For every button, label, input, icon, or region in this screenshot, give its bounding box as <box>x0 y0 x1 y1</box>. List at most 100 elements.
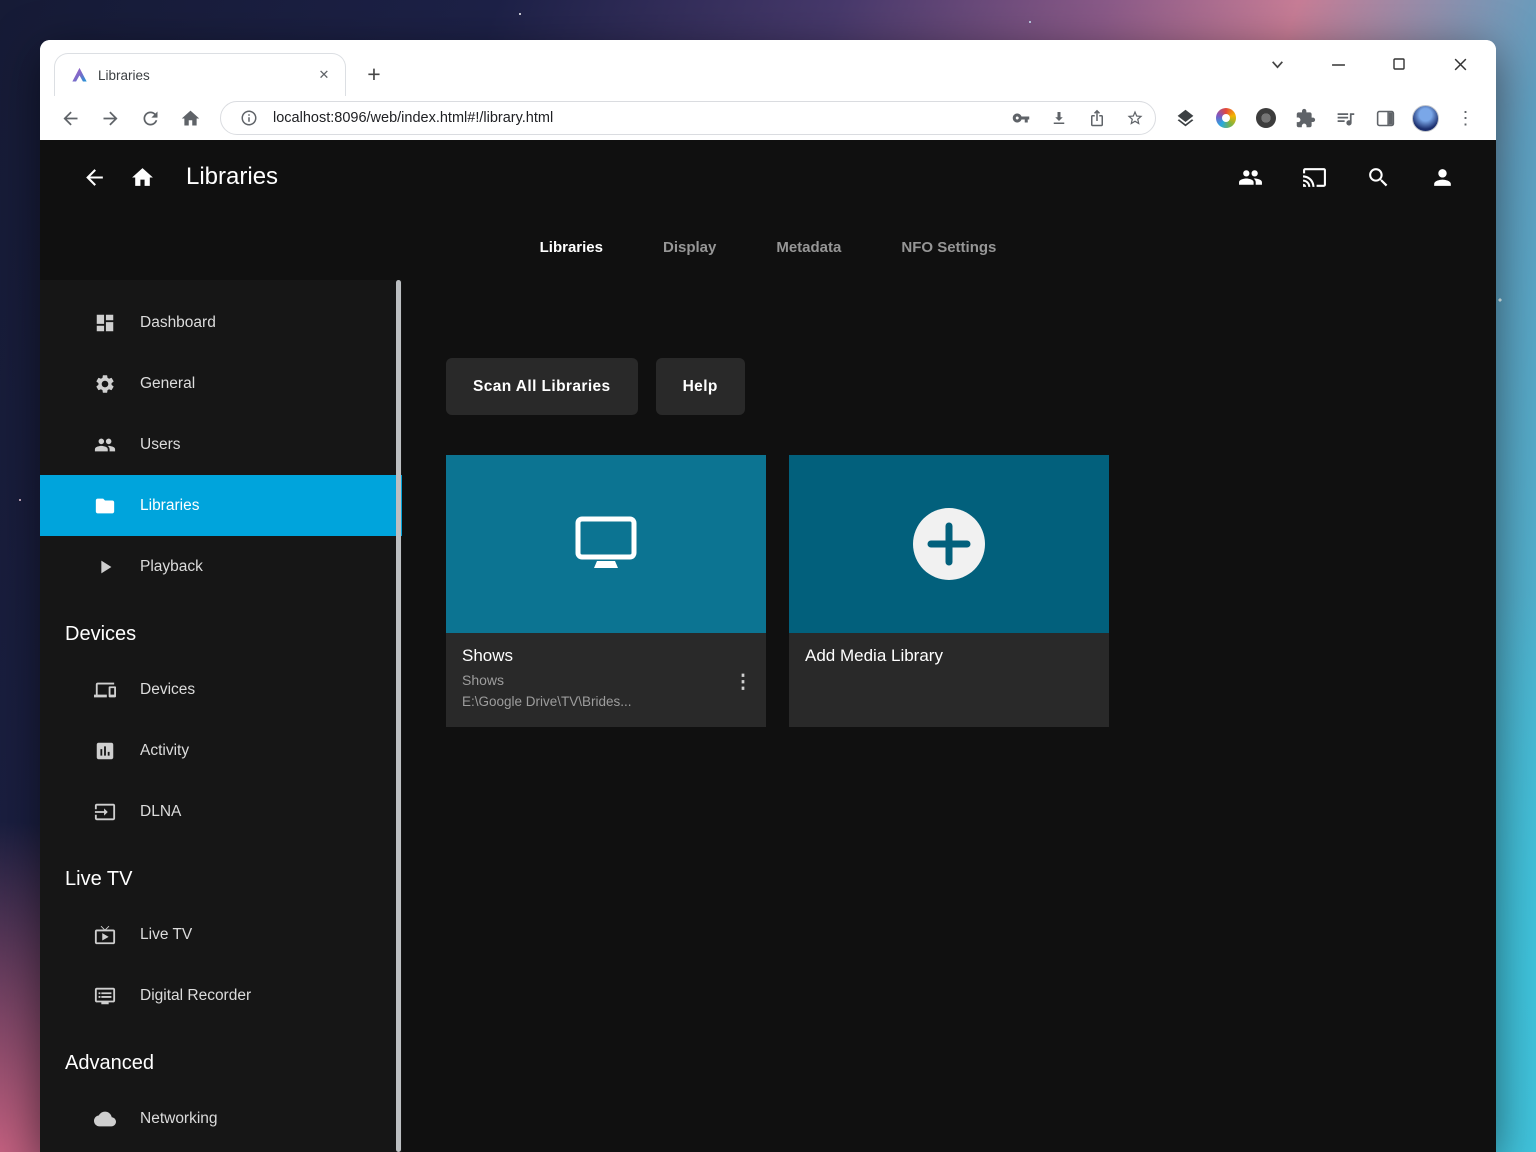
plus-circle-icon <box>911 506 987 582</box>
profile-avatar[interactable] <box>1407 100 1444 136</box>
devices-icon <box>94 679 116 701</box>
extensions-puzzle-icon[interactable] <box>1287 100 1324 136</box>
sidebar-item-live-tv[interactable]: Live TV <box>40 904 402 965</box>
forward-icon[interactable] <box>92 100 129 136</box>
bookmark-star-icon[interactable] <box>1121 104 1149 132</box>
library-card-shows[interactable]: Shows Shows E:\Google Drive\TV\Brides...… <box>446 455 766 727</box>
layers-extension-icon[interactable] <box>1167 100 1204 136</box>
sidebar-item-label: Users <box>140 436 180 454</box>
sidebar-item-label: Libraries <box>140 497 199 515</box>
sidebar-section-devices: Devices <box>40 597 402 659</box>
tab-display[interactable]: Display <box>641 229 738 266</box>
sidebar-item-label: Digital Recorder <box>140 987 251 1005</box>
settings-tabs: Libraries Display Metadata NFO Settings <box>40 214 1496 280</box>
jellyfin-favicon-icon <box>71 67 88 84</box>
maximize-button[interactable] <box>1387 52 1411 76</box>
actions-row: Scan All Libraries Help <box>446 358 1466 415</box>
color-wheel-extension-icon[interactable] <box>1207 100 1244 136</box>
admin-sidebar: Dashboard General Users Libraries <box>40 280 402 1152</box>
tab-metadata[interactable]: Metadata <box>754 229 863 266</box>
sidebar-item-label: Dashboard <box>140 314 216 332</box>
sidebar-item-label: Networking <box>140 1110 218 1128</box>
minimize-button[interactable] <box>1326 52 1350 76</box>
add-media-library-card[interactable]: Add Media Library <box>789 455 1109 727</box>
add-card-image[interactable] <box>789 455 1109 633</box>
sidebar-scrollbar[interactable] <box>396 280 401 1152</box>
dvr-icon <box>94 985 116 1007</box>
cloud-icon <box>94 1108 116 1130</box>
tv-icon <box>564 502 648 586</box>
sidebar-item-dlna[interactable]: DLNA <box>40 781 402 842</box>
page-info-icon[interactable] <box>235 104 263 132</box>
media-extension-icon[interactable] <box>1247 100 1284 136</box>
sidebar-item-devices[interactable]: Devices <box>40 659 402 720</box>
new-tab-button[interactable]: + <box>358 58 390 90</box>
tab-nfo-settings[interactable]: NFO Settings <box>879 229 1018 266</box>
user-groups-icon[interactable] <box>1226 153 1274 201</box>
tab-search-chevron-icon[interactable] <box>1265 52 1289 76</box>
search-icon[interactable] <box>1354 153 1402 201</box>
app-home-icon[interactable] <box>118 153 166 201</box>
app-body: Dashboard General Users Libraries <box>40 280 1496 1152</box>
browser-tabstrip: Libraries ✕ + <box>40 40 1496 96</box>
sidebar-item-label: Playback <box>140 558 203 576</box>
address-bar[interactable]: localhost:8096/web/index.html#!/library.… <box>220 101 1156 135</box>
side-panel-icon[interactable] <box>1367 100 1404 136</box>
sidebar-item-label: Devices <box>140 681 195 699</box>
library-cards: Shows Shows E:\Google Drive\TV\Brides...… <box>446 455 1466 727</box>
sidebar-item-label: Activity <box>140 742 189 760</box>
activity-chart-icon <box>94 740 116 762</box>
sidebar-section-live-tv: Live TV <box>40 842 402 904</box>
app-header: Libraries <box>40 140 1496 214</box>
card-path: E:\Google Drive\TV\Brides... <box>462 694 750 709</box>
url-text[interactable]: localhost:8096/web/index.html#!/library.… <box>273 110 997 126</box>
share-icon[interactable] <box>1083 104 1111 132</box>
back-icon[interactable] <box>52 100 89 136</box>
shows-card-image[interactable] <box>446 455 766 633</box>
app-back-icon[interactable] <box>70 153 118 201</box>
shows-card-footer: Shows Shows E:\Google Drive\TV\Brides...… <box>446 633 766 727</box>
reload-icon[interactable] <box>132 100 169 136</box>
sidebar-item-users[interactable]: Users <box>40 414 402 475</box>
libraries-content: Scan All Libraries Help <box>402 280 1496 1152</box>
gear-icon <box>94 373 116 395</box>
browser-tab-libraries[interactable]: Libraries ✕ <box>54 53 346 96</box>
sidebar-item-activity[interactable]: Activity <box>40 720 402 781</box>
tab-close-icon[interactable]: ✕ <box>313 64 335 86</box>
page-title: Libraries <box>186 163 278 191</box>
card-menu-icon[interactable]: ⋮ <box>728 667 758 697</box>
sidebar-item-dashboard[interactable]: Dashboard <box>40 292 402 353</box>
home-icon[interactable] <box>172 100 209 136</box>
add-card-footer: Add Media Library <box>789 633 1109 727</box>
sidebar-item-digital-recorder[interactable]: Digital Recorder <box>40 965 402 1026</box>
window-controls <box>1265 52 1472 76</box>
user-profile-icon[interactable] <box>1418 153 1466 201</box>
card-title: Shows <box>462 646 750 666</box>
browser-toolbar: localhost:8096/web/index.html#!/library.… <box>40 96 1496 140</box>
sidebar-item-libraries[interactable]: Libraries <box>40 475 402 536</box>
queue-list-icon[interactable] <box>1327 100 1364 136</box>
tab-title: Libraries <box>98 68 303 83</box>
card-subtitle: Shows <box>462 672 750 688</box>
browser-menu-icon[interactable]: ⋮ <box>1447 100 1484 136</box>
close-window-button[interactable] <box>1448 52 1472 76</box>
header-actions <box>1226 153 1466 201</box>
jellyfin-app: Libraries Libraries <box>40 140 1496 1152</box>
help-button[interactable]: Help <box>656 358 745 415</box>
tab-libraries[interactable]: Libraries <box>518 229 625 266</box>
users-icon <box>94 434 116 456</box>
scan-all-libraries-button[interactable]: Scan All Libraries <box>446 358 638 415</box>
cast-icon[interactable] <box>1290 153 1338 201</box>
sidebar-item-playback[interactable]: Playback <box>40 536 402 597</box>
install-download-icon[interactable] <box>1045 104 1073 132</box>
sidebar-item-networking[interactable]: Networking <box>40 1088 402 1149</box>
browser-window: Libraries ✕ + <box>40 40 1496 1152</box>
card-title: Add Media Library <box>805 646 1093 666</box>
play-icon <box>94 556 116 578</box>
password-key-icon[interactable] <box>1007 104 1035 132</box>
sidebar-item-general[interactable]: General <box>40 353 402 414</box>
sidebar-item-label: General <box>140 375 195 393</box>
live-tv-icon <box>94 924 116 946</box>
sidebar-item-label: Live TV <box>140 926 192 944</box>
sidebar-section-advanced: Advanced <box>40 1026 402 1088</box>
